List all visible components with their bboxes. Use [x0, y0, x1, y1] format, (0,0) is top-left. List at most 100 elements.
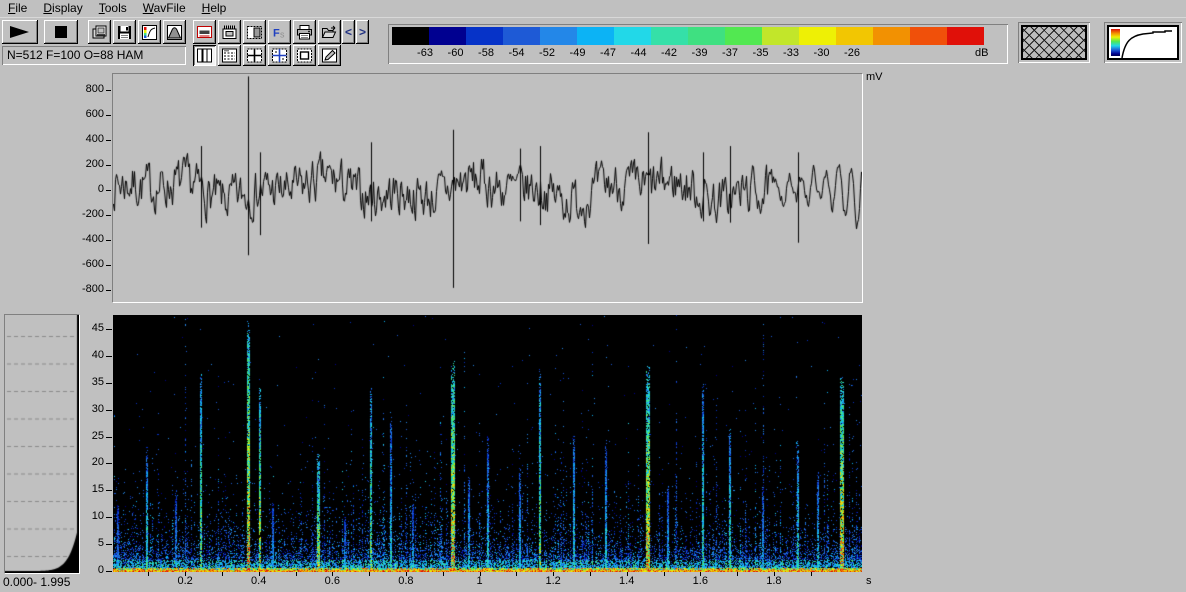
tick-mark — [106, 115, 111, 116]
colorbar-gradient — [392, 27, 984, 45]
menu-item-display[interactable]: Display — [35, 0, 90, 17]
view-box-button[interactable] — [293, 45, 316, 66]
cascade-windows-icon — [91, 24, 108, 41]
tick-mark — [774, 572, 775, 576]
waveform-panel — [112, 73, 863, 303]
menu-item-wavfile[interactable]: WavFile — [135, 0, 194, 17]
palette-scale-button[interactable] — [138, 20, 161, 44]
grid-cross-icon — [271, 47, 288, 64]
colorbar-tick-label: -33 — [783, 47, 799, 59]
spectrogram-y-tick-label: 30 — [91, 402, 104, 415]
tick-mark — [148, 572, 149, 576]
print-icon — [296, 24, 313, 41]
palette-transfer-box[interactable] — [1104, 22, 1182, 63]
colorbar-segment — [725, 27, 762, 45]
tick-mark — [296, 572, 297, 576]
colorbar-segment — [688, 27, 725, 45]
colorbar-segment — [762, 27, 799, 45]
print-button[interactable] — [293, 20, 316, 44]
spectrogram-x-tick-label: 0.8 — [398, 575, 414, 587]
spectrogram-x-tick-label: 1.2 — [545, 575, 561, 587]
colorbar-tick-label: -44 — [630, 47, 647, 59]
menu-bar: File Display Tools WavFile Help — [0, 0, 1186, 18]
view-cross-button[interactable] — [268, 45, 291, 66]
colorbar-tick-label: -52 — [539, 47, 555, 59]
transfer-curve — [1121, 30, 1172, 59]
colorbar-tick-label: -30 — [813, 47, 830, 59]
colorbar-segment — [910, 27, 947, 45]
colorbar-tick-label: -49 — [569, 47, 586, 59]
colorbar-segment — [799, 27, 836, 45]
colorbar-segment — [614, 27, 651, 45]
waveform-canvas[interactable] — [113, 74, 862, 302]
next-button[interactable]: > — [356, 20, 369, 44]
colorbar-segment — [947, 27, 984, 45]
scan-display-button[interactable] — [193, 20, 216, 44]
colorbar-tick-label: -42 — [661, 47, 677, 59]
spectrogram-y-tick-label: 0 — [97, 564, 104, 576]
tick-mark — [406, 572, 407, 576]
db-unit-label: dB — [975, 47, 989, 59]
colorbar-panel: -63 -60 -58 -54 -52 -49 -47 -44 -42 -39 -37 -35 -33 -… — [388, 24, 1008, 64]
spectrogram-y-tick-label: 40 — [91, 348, 104, 361]
colorbar-segment — [836, 27, 873, 45]
menu-item-help[interactable]: Help — [194, 0, 235, 17]
cascade-windows-button[interactable] — [88, 20, 111, 44]
tick-mark — [106, 437, 112, 438]
view-quad-button[interactable] — [243, 45, 266, 66]
tick-mark — [737, 572, 738, 576]
colorbar-segment — [466, 27, 503, 45]
open-folder-icon — [321, 24, 338, 41]
edit-annotations-button[interactable] — [318, 45, 341, 66]
grid-horizontal-icon — [221, 47, 238, 64]
tick-mark — [106, 190, 111, 191]
open-file-button[interactable] — [318, 20, 341, 44]
waveform-y-tick-label: 600 — [85, 107, 104, 120]
play-icon — [7, 23, 33, 41]
spectrogram-app-window: File Display Tools WavFile Help Fs < > N=512 F… — [0, 0, 1186, 592]
save-button[interactable] — [113, 20, 136, 44]
spectrogram-canvas[interactable] — [113, 315, 862, 572]
view-horizontal-grid-button[interactable] — [218, 45, 241, 66]
waveform-y-tick-label: 200 — [85, 157, 104, 170]
menu-item-tools[interactable]: Tools — [91, 0, 135, 17]
tick-mark — [553, 572, 554, 576]
tick-mark — [700, 572, 701, 576]
colorbar-segment — [540, 27, 577, 45]
status-display: N=512 F=100 O=88 HAM — [2, 46, 186, 65]
tick-mark — [106, 240, 111, 241]
window-function-button[interactable] — [163, 20, 186, 44]
tick-mark — [106, 356, 112, 357]
tick-mark — [106, 410, 112, 411]
tick-mark — [185, 572, 186, 576]
dither-button[interactable] — [243, 20, 266, 44]
tick-mark — [627, 572, 628, 576]
waveform-y-tick-label: -600 — [81, 258, 104, 271]
spectrogram-y-tick-label: 35 — [91, 375, 104, 388]
hatch-pattern-box[interactable] — [1018, 22, 1090, 63]
menu-item-file[interactable]: File — [0, 0, 35, 17]
grid-quad-icon — [246, 47, 263, 64]
window-function-icon — [166, 24, 183, 41]
spectrogram-y-tick-label: 10 — [91, 510, 104, 523]
colorbar-tick-label: -37 — [722, 47, 738, 59]
grid-vertical-icon — [196, 47, 213, 64]
tick-mark — [106, 165, 111, 166]
view-waveform-grid-button[interactable] — [193, 45, 216, 66]
spectrogram-y-tick-label: 5 — [97, 537, 104, 550]
prev-button[interactable]: < — [342, 20, 355, 44]
spectrum-comb-button[interactable] — [218, 20, 241, 44]
spectrogram-x-tick-label: 0.2 — [177, 575, 193, 587]
play-button[interactable] — [2, 20, 38, 44]
mv-unit-label: mV — [866, 71, 883, 83]
spectrogram-x-tick-label: 1.6 — [692, 575, 708, 587]
waveform-y-tick-label: -800 — [81, 283, 104, 296]
sample-rate-button[interactable]: Fs — [268, 20, 291, 44]
save-icon — [116, 24, 133, 41]
stop-button[interactable] — [44, 20, 78, 44]
colorbar-tick-label: -54 — [508, 47, 525, 59]
waveform-y-tick-label: 0 — [97, 183, 104, 195]
edit-pencil-icon — [321, 47, 338, 64]
spectrogram-x-tick-label: 0.6 — [324, 575, 340, 587]
tick-mark — [516, 572, 517, 576]
